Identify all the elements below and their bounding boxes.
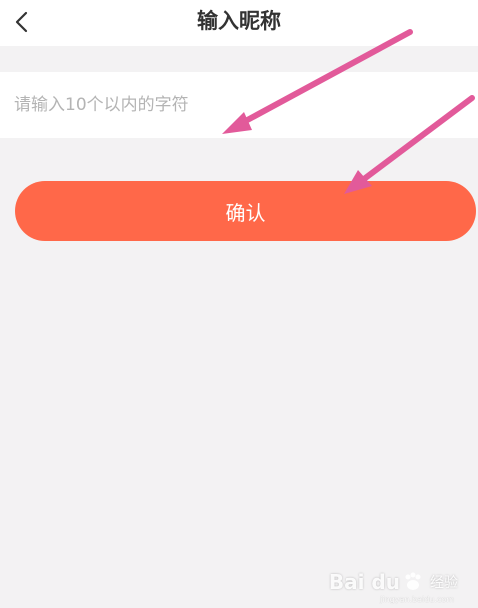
top-nav-bar: 输入昵称 [0,0,478,46]
paw-icon [405,572,421,590]
watermark-sub: 经验 [430,575,458,591]
confirm-button[interactable]: 确认 [15,181,476,241]
watermark-url: jingyan.baidu.com [380,595,454,604]
page-title: 输入昵称 [197,9,281,33]
watermark-brand: Bai du [328,570,400,594]
baidu-jingyan-watermark: Bai du 经验 [329,570,458,594]
nickname-input-row [0,72,478,138]
nickname-input[interactable] [14,72,464,138]
